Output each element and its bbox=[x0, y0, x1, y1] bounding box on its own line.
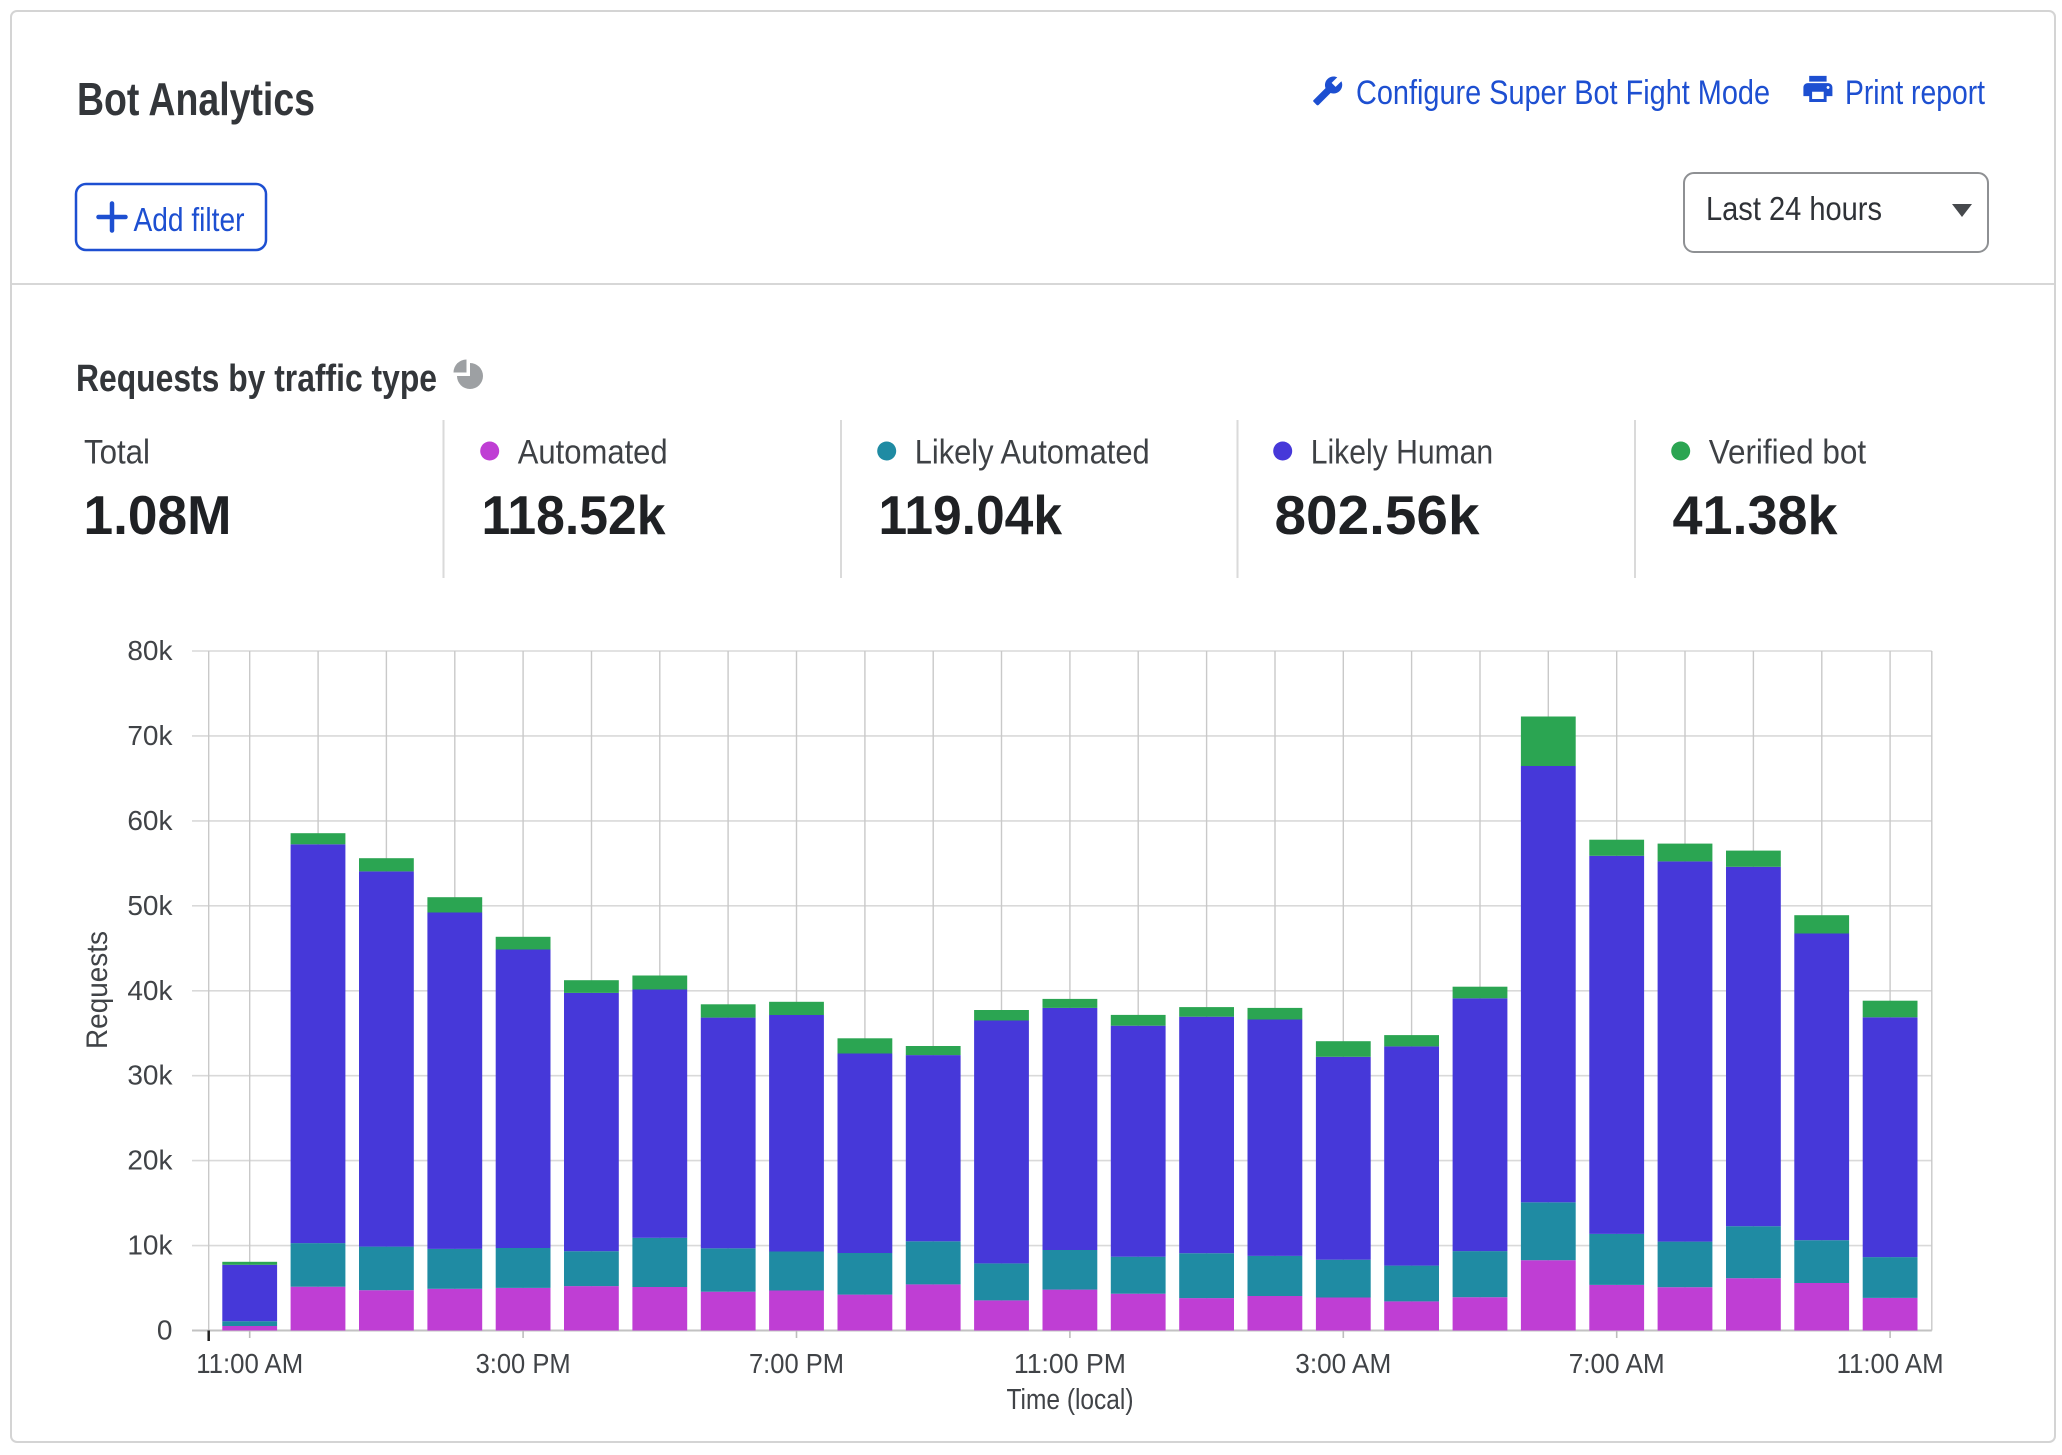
svg-text:40k: 40k bbox=[127, 975, 173, 1006]
svg-text:11:00 AM: 11:00 AM bbox=[196, 1348, 303, 1379]
svg-text:80k: 80k bbox=[127, 635, 173, 666]
svg-text:50k: 50k bbox=[127, 890, 173, 921]
svg-text:Requests by traffic type: Requests by traffic type bbox=[76, 358, 437, 400]
svg-text:119.04k: 119.04k bbox=[879, 484, 1063, 546]
svg-text:0: 0 bbox=[157, 1315, 173, 1346]
svg-text:11:00 AM: 11:00 AM bbox=[1837, 1348, 1944, 1379]
svg-text:20k: 20k bbox=[127, 1145, 173, 1176]
svg-text:70k: 70k bbox=[127, 720, 173, 751]
svg-text:Add filter: Add filter bbox=[134, 201, 245, 238]
svg-text:Verified bot: Verified bot bbox=[1709, 434, 1867, 472]
svg-text:1.08M: 1.08M bbox=[84, 484, 232, 546]
svg-text:3:00 AM: 3:00 AM bbox=[1295, 1348, 1391, 1379]
svg-text:Print report: Print report bbox=[1845, 74, 1985, 112]
svg-text:802.56k: 802.56k bbox=[1275, 484, 1480, 546]
svg-text:Total: Total bbox=[84, 434, 150, 472]
svg-text:7:00 AM: 7:00 AM bbox=[1569, 1348, 1665, 1379]
svg-text:Time (local): Time (local) bbox=[1007, 1384, 1134, 1416]
svg-text:7:00 PM: 7:00 PM bbox=[749, 1348, 844, 1379]
svg-text:10k: 10k bbox=[127, 1230, 173, 1261]
svg-text:Likely Human: Likely Human bbox=[1311, 434, 1494, 472]
svg-text:Automated: Automated bbox=[518, 434, 668, 472]
svg-text:Configure Super Bot Fight Mode: Configure Super Bot Fight Mode bbox=[1356, 74, 1770, 112]
svg-text:11:00 PM: 11:00 PM bbox=[1014, 1348, 1126, 1379]
svg-text:Likely Automated: Likely Automated bbox=[915, 434, 1150, 472]
svg-text:3:00 PM: 3:00 PM bbox=[476, 1348, 571, 1379]
svg-text:30k: 30k bbox=[127, 1060, 173, 1091]
svg-text:118.52k: 118.52k bbox=[482, 484, 666, 546]
svg-text:Bot Analytics: Bot Analytics bbox=[77, 73, 315, 125]
svg-text:41.38k: 41.38k bbox=[1673, 484, 1838, 546]
svg-text:60k: 60k bbox=[127, 805, 173, 836]
svg-text:Requests: Requests bbox=[81, 931, 114, 1049]
svg-text:Last 24 hours: Last 24 hours bbox=[1706, 190, 1882, 227]
